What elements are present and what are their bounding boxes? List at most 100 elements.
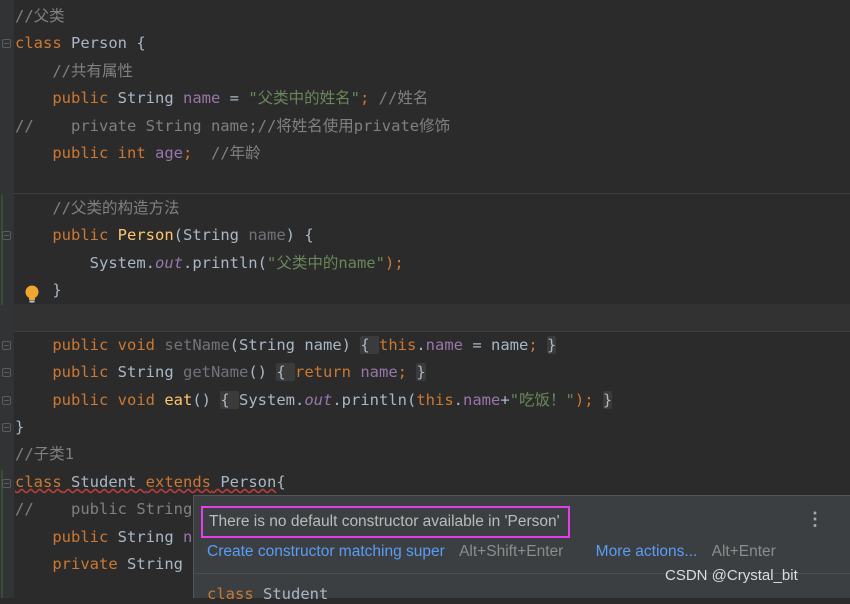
code-token: public [52,363,109,382]
code-token: } [15,418,25,436]
editor-gutter [0,0,14,598]
code-line[interactable]: //父类的构造方法 [15,195,180,222]
vcs-change-marker [1,470,3,598]
fold-icon[interactable] [2,396,11,405]
code-line[interactable]: public void eat() { System.out.println(t… [15,387,613,414]
code-token: (String name) [229,335,361,354]
code-line[interactable]: public String getName() { return name; } [15,359,426,386]
code-token: . [416,335,426,354]
code-line[interactable]: System.out.println("父类中的name"); [15,250,404,277]
code-token: ) { [285,226,314,245]
code-token: //年龄 [211,144,261,162]
preview-class-name: Student [253,585,329,603]
code-line[interactable]: public String name = "父类中的姓名"; //姓名 [15,85,428,112]
code-token: Person [211,472,277,491]
code-token: this [416,390,454,409]
code-token: public [52,144,109,162]
popup-actions: Create constructor matching super Alt+Sh… [207,541,776,563]
fold-icon[interactable] [2,368,11,377]
vcs-change-marker [1,195,3,305]
error-message: There is no default constructor availabl… [201,506,570,538]
code-token: } [416,363,426,382]
code-token: (String [173,226,249,245]
code-token: } [602,390,613,409]
code-token: ; [183,144,212,162]
code-token: name [463,390,501,409]
code-token: //姓名 [378,89,429,108]
code-token: //父类 [15,7,65,25]
code-token: } [547,335,557,354]
code-line[interactable]: //父类 [15,3,65,30]
code-token: name [248,226,286,245]
current-line-highlight [14,304,850,331]
code-token: . [453,390,464,409]
fold-icon[interactable] [2,423,11,432]
kebab-menu-icon[interactable]: ⋮ [806,510,824,528]
create-constructor-link[interactable]: Create constructor matching super [207,543,445,560]
code-token: ; [528,335,538,354]
code-token: Person [117,226,174,245]
code-token: ); [384,253,404,272]
code-token: = name [463,335,529,354]
fold-icon[interactable] [2,231,11,240]
code-line[interactable]: public int age; //年龄 [15,140,261,167]
code-token: void [117,335,155,354]
code-token: name [425,335,463,354]
code-line[interactable]: class Person { [15,30,146,57]
code-token: public [52,527,109,546]
code-token: int [117,144,146,162]
fold-icon[interactable] [2,39,11,48]
code-token: // private String name;//将姓名使用private修饰 [15,116,451,135]
code-token: System. [239,390,305,409]
code-token: + [500,390,510,409]
fold-icon[interactable] [2,479,11,488]
code-token: //父类的构造方法 [52,198,180,217]
code-token: ; [359,89,379,108]
code-line[interactable]: // private String name;//将姓名使用private修饰 [15,113,450,140]
code-token: () [248,363,277,382]
code-line[interactable]: class Student extends Person{ [15,469,286,496]
code-token: this [379,335,417,354]
code-token: private [52,555,118,573]
code-line[interactable]: //共有属性 [15,58,133,85]
lightbulb-icon[interactable] [23,284,41,304]
code-token: ; [397,363,407,382]
code-line[interactable]: } [15,414,24,441]
code-token: String [108,363,183,382]
code-line[interactable]: public void setName(String name) { this.… [15,332,557,359]
code-token: class [15,34,62,53]
code-token: String [117,555,193,573]
code-line[interactable]: //子类1 [15,441,74,468]
code-line[interactable]: public Person(String name) { [15,222,314,249]
code-token: .println( [332,390,417,409]
code-token: { [360,335,379,354]
code-token: getName [182,363,249,382]
code-token: public [52,335,109,354]
watermark: CSDN @Crystal_bit [665,567,798,584]
code-token: name [360,363,398,382]
code-token: Student [61,472,146,491]
fold-icon[interactable] [2,341,11,350]
code-token: { [276,472,286,491]
code-token: //共有属性 [52,61,133,80]
code-token: setName [164,335,230,354]
code-token: String [108,527,183,546]
code-token: { [220,390,240,409]
code-token: "父类中的name" [266,253,385,272]
more-actions-link[interactable]: More actions... [596,543,698,560]
code-token: //子类1 [15,445,74,464]
code-token: eat [164,390,193,409]
code-preview: class Student [207,584,328,604]
